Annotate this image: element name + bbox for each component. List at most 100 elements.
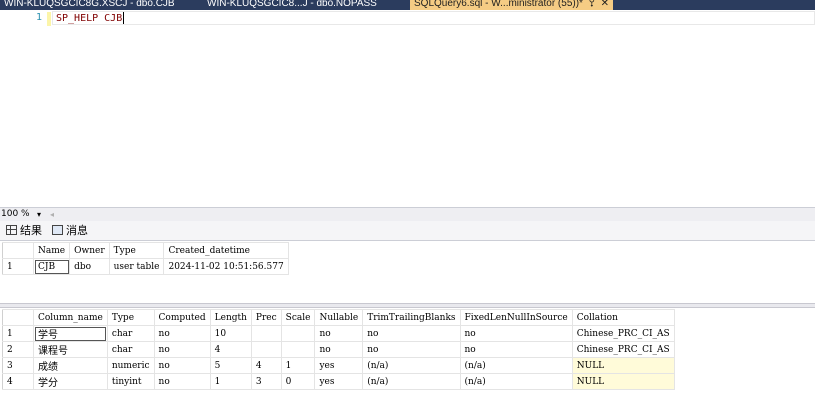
grid-cell-null[interactable]: NULL — [571, 357, 675, 374]
grid-cell[interactable] — [250, 341, 282, 358]
pin-icon[interactable]: ⯱ — [589, 0, 595, 9]
grid-icon — [6, 225, 17, 235]
grid-cell[interactable]: char — [106, 325, 155, 342]
grid-cell[interactable]: (n/a) — [459, 373, 573, 390]
row-number[interactable]: 3 — [2, 357, 34, 374]
change-marker — [47, 12, 51, 26]
tab-results[interactable]: 结果 — [6, 224, 42, 238]
grid-cell[interactable]: user table — [108, 258, 165, 275]
grid-cell[interactable]: 4 — [209, 341, 252, 358]
grid-cell[interactable]: (n/a) — [362, 373, 461, 390]
grid-cell[interactable]: 0 — [280, 373, 316, 390]
grid-cell[interactable]: Chinese_PRC_CI_AS — [571, 341, 675, 358]
code-text: SP_HELP CJB — [56, 13, 123, 24]
grid-cell[interactable]: no — [362, 325, 461, 342]
column-header[interactable]: Length — [209, 309, 252, 326]
column-header[interactable]: Nullable — [314, 309, 364, 326]
table-row: 2 课程号 char no 4 no no no Chinese_PRC_CI_… — [2, 341, 675, 358]
row-header-corner[interactable] — [2, 242, 34, 259]
column-header[interactable]: Type — [106, 309, 155, 326]
column-header[interactable]: Created_datetime — [163, 242, 289, 259]
grid-cell[interactable]: 5 — [209, 357, 252, 374]
zoom-dropdown-icon[interactable]: ▾ — [37, 208, 41, 221]
grid-cell[interactable]: yes — [314, 373, 364, 390]
grid-cell[interactable]: 1 — [280, 357, 316, 374]
column-header[interactable]: Computed — [153, 309, 211, 326]
grid-cell-selected[interactable]: 学号 — [33, 325, 108, 342]
row-number[interactable]: 1 — [2, 325, 34, 342]
grid-cell[interactable]: no — [153, 357, 211, 374]
tab-sqlquery6[interactable]: SQLQuery6.sql - W...ministrator (55))* ⯱ ✕ — [410, 0, 613, 10]
grid-cell[interactable]: 2024-11-02 10:51:56.577 — [163, 258, 289, 275]
messages-icon — [52, 225, 63, 235]
tab-messages-label: 消息 — [66, 224, 88, 237]
column-header[interactable]: FixedLenNullInSource — [459, 309, 573, 326]
header-row: Column_name Type Computed Length Prec Sc… — [2, 309, 675, 326]
grid-cell[interactable]: (n/a) — [362, 357, 461, 374]
grid-cell[interactable]: no — [314, 341, 364, 358]
row-header-corner[interactable] — [2, 309, 34, 326]
grid-cell[interactable] — [280, 325, 316, 342]
grid-cell[interactable]: 10 — [209, 325, 252, 342]
grid-cell[interactable]: char — [106, 341, 155, 358]
grid-cell[interactable]: no — [153, 373, 211, 390]
grid-cell[interactable]: no — [153, 325, 211, 342]
close-icon[interactable]: ✕ — [601, 0, 609, 9]
grid-cell[interactable]: yes — [314, 357, 364, 374]
grid-cell[interactable]: no — [459, 325, 573, 342]
grid-cell[interactable]: Chinese_PRC_CI_AS — [571, 325, 675, 342]
grid-cell[interactable]: no — [153, 341, 211, 358]
table-row: 1 CJB dbo user table 2024-11-02 10:51:56… — [2, 258, 289, 275]
column-header[interactable]: Name — [32, 242, 71, 259]
grid-cell-selected[interactable]: CJB — [32, 258, 71, 275]
text-cursor — [123, 12, 125, 24]
grid-cell[interactable]: 课程号 — [33, 341, 108, 358]
grid-cell[interactable]: 3 — [250, 373, 282, 390]
grid-cell[interactable]: (n/a) — [459, 357, 573, 374]
grid-cell[interactable]: 学分 — [33, 373, 108, 390]
result-grid-table-info[interactable]: Name Owner Type Created_datetime 1 CJB d… — [0, 241, 815, 303]
column-header[interactable]: Column_name — [33, 309, 108, 326]
grid-cell[interactable]: 1 — [209, 373, 252, 390]
result-tab-bar: 结果 消息 — [0, 221, 815, 241]
grid-cell[interactable]: no — [314, 325, 364, 342]
row-number[interactable]: 4 — [2, 373, 34, 390]
row-number[interactable]: 2 — [2, 341, 34, 358]
result-grid-columns[interactable]: Column_name Type Computed Length Prec Sc… — [0, 308, 815, 406]
grid-cell[interactable]: no — [362, 341, 461, 358]
grid-cell[interactable]: 4 — [250, 357, 282, 374]
tab-sqlquery6-label: SQLQuery6.sql - W...ministrator (55))* — [414, 0, 583, 9]
grid-cell[interactable] — [250, 325, 282, 342]
grid-cell[interactable]: dbo — [69, 258, 110, 275]
zoom-level[interactable]: 100 % — [1, 208, 30, 221]
grid-cell-null[interactable]: NULL — [571, 373, 675, 390]
grid-cell[interactable]: tinyint — [106, 373, 155, 390]
table-row: 3 成绩 numeric no 5 4 1 yes (n/a) (n/a) NU… — [2, 357, 675, 374]
column-header[interactable]: Collation — [571, 309, 675, 326]
row-number[interactable]: 1 — [2, 258, 34, 275]
line-number-gutter: 1 — [0, 10, 52, 207]
tab-nopass[interactable]: WIN-KLUQSGCIC8...J - dbo.NOPASS — [203, 0, 381, 10]
document-tab-bar: WIN-KLUQSGCIC8G.XSCJ - dbo.CJB WIN-KLUQS… — [0, 0, 815, 10]
code-line[interactable]: SP_HELP CJB — [56, 12, 125, 24]
grid-cell[interactable]: numeric — [106, 357, 155, 374]
column-header[interactable]: Prec — [250, 309, 282, 326]
query-editor[interactable]: 1 SP_HELP CJB — [0, 10, 815, 207]
column-header[interactable]: Scale — [280, 309, 316, 326]
current-line-highlight — [52, 11, 815, 25]
tab-xscj-cjb[interactable]: WIN-KLUQSGCIC8G.XSCJ - dbo.CJB — [0, 0, 179, 10]
tab-messages[interactable]: 消息 — [52, 224, 88, 238]
header-row: Name Owner Type Created_datetime — [2, 242, 289, 259]
table-row: 4 学分 tinyint no 1 3 0 yes (n/a) (n/a) NU… — [2, 373, 675, 390]
grid-cell[interactable]: 成绩 — [33, 357, 108, 374]
grid-cell[interactable]: no — [459, 341, 573, 358]
tab-results-label: 结果 — [20, 224, 42, 237]
column-header[interactable]: Type — [108, 242, 165, 259]
table-row: 1 学号 char no 10 no no no Chinese_PRC_CI_… — [2, 325, 675, 342]
column-header[interactable]: Owner — [69, 242, 110, 259]
scroll-left-icon[interactable]: ◂ — [50, 208, 54, 221]
grid-cell[interactable] — [280, 341, 316, 358]
editor-status-strip: 100 % ▾ ◂ — [0, 207, 815, 221]
line-number: 1 — [35, 12, 42, 23]
column-header[interactable]: TrimTrailingBlanks — [362, 309, 461, 326]
